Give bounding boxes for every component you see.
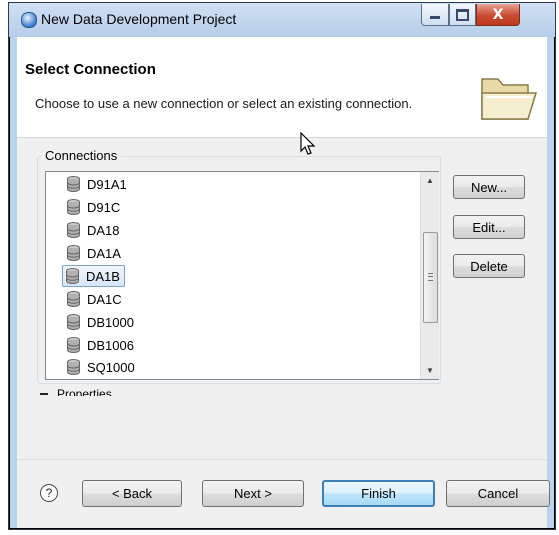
properties-label: Properties <box>57 388 112 396</box>
list-item[interactable]: DB1000 <box>66 312 134 332</box>
next-button[interactable]: Next > <box>202 480 304 507</box>
mouse-cursor-icon <box>300 132 316 155</box>
database-icon <box>67 337 80 353</box>
database-icon <box>67 245 80 261</box>
back-button[interactable]: < Back <box>82 480 182 507</box>
database-icon <box>66 268 79 284</box>
help-icon: ? <box>45 486 53 500</box>
connection-label: DA1A <box>87 245 121 261</box>
delete-connection-button[interactable]: Delete <box>453 254 525 278</box>
connection-label: DA1B <box>86 268 120 284</box>
connection-label: DB1006 <box>87 337 134 353</box>
minimize-icon <box>430 16 440 19</box>
database-icon <box>67 314 80 330</box>
properties-section-toggle[interactable]: Properties <box>40 388 120 396</box>
folder-icon <box>481 78 538 120</box>
scroll-thumb[interactable] <box>423 232 438 323</box>
list-item[interactable]: D91A1 <box>66 174 127 194</box>
scroll-up-button[interactable]: ▲ <box>421 172 439 189</box>
close-button[interactable]: X <box>476 4 520 26</box>
connection-label: SQ1000 <box>87 359 135 375</box>
scroll-up-icon: ▲ <box>426 176 434 185</box>
connections-group-label: Connections <box>41 148 122 163</box>
help-button[interactable]: ? <box>40 484 58 502</box>
list-item[interactable]: DA1C <box>66 289 122 309</box>
list-item-selected[interactable]: DA1B <box>62 265 125 287</box>
database-icon <box>67 199 80 215</box>
database-icon <box>67 291 80 307</box>
connection-label: D91C <box>87 199 121 215</box>
connection-label: DA1C <box>87 291 122 307</box>
connection-label: DB1000 <box>87 314 134 330</box>
wizard-header: Select Connection Choose to use a new co… <box>17 37 547 137</box>
scroll-down-icon: ▼ <box>426 366 434 375</box>
close-icon: X <box>492 6 504 23</box>
page-description: Choose to use a new connection or select… <box>35 96 413 111</box>
list-item[interactable]: DA1A <box>66 243 121 263</box>
app-icon <box>21 12 37 28</box>
page-title: Select Connection <box>25 61 156 78</box>
new-connection-button[interactable]: New... <box>453 175 525 199</box>
list-item[interactable]: DB1006 <box>66 335 134 355</box>
collapse-icon <box>40 393 48 395</box>
cancel-button[interactable]: Cancel <box>446 480 550 507</box>
database-icon <box>67 222 80 238</box>
database-icon <box>67 359 80 375</box>
connection-label: DA18 <box>87 222 120 238</box>
edit-connection-button[interactable]: Edit... <box>453 215 525 239</box>
maximize-icon <box>456 8 469 21</box>
list-item[interactable]: SQ1000 <box>66 357 135 377</box>
connection-label: D91A1 <box>87 176 127 192</box>
grip-icon <box>428 273 433 281</box>
title-bar[interactable]: New Data Development Project X <box>9 3 555 37</box>
list-item[interactable]: D91C <box>66 197 120 217</box>
connections-list[interactable]: D91A1 D91C DA18 DA1A DA1B DA1C DB1000 DB… <box>45 171 439 380</box>
scroll-down-button[interactable]: ▼ <box>421 362 439 379</box>
maximize-button[interactable] <box>449 4 476 26</box>
minimize-button[interactable] <box>421 4 449 26</box>
list-scrollbar[interactable]: ▲ ▼ <box>420 172 439 379</box>
finish-button[interactable]: Finish <box>322 480 435 507</box>
list-item[interactable]: DA18 <box>66 220 120 240</box>
selection-highlight: DA1B <box>62 265 125 287</box>
database-icon <box>67 176 80 192</box>
window-title: New Data Development Project <box>41 11 237 27</box>
